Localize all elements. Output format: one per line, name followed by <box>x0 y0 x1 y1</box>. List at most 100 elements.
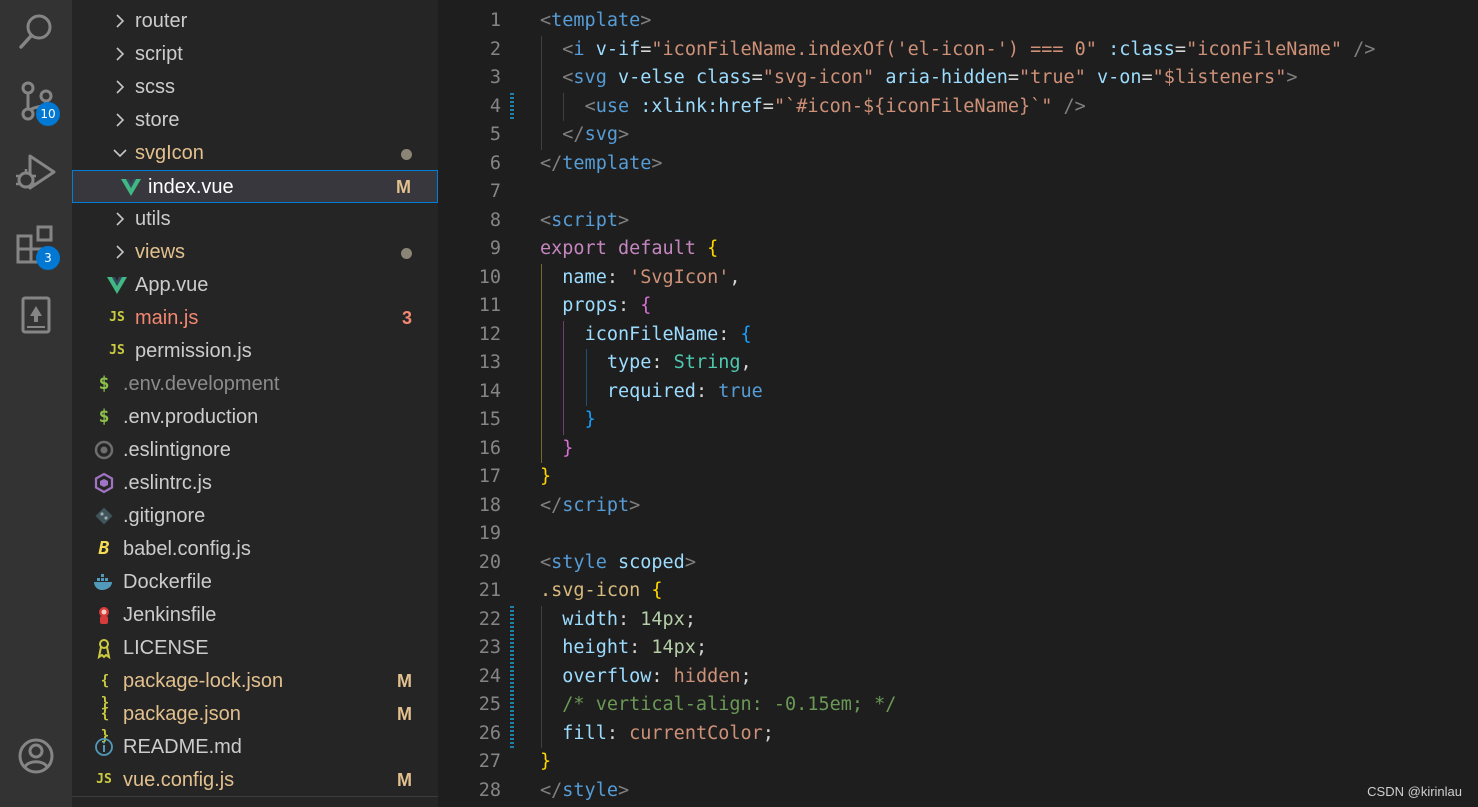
code-line[interactable]: 4 <use :xlink:href="`#icon-${iconFileNam… <box>438 93 1478 122</box>
code-line[interactable]: 10 name: 'SvgIcon', <box>438 264 1478 293</box>
explorer-file[interactable]: { } package.json M <box>72 698 438 744</box>
code-token: :xlink:href <box>640 95 763 117</box>
explorer-file[interactable]: README.md <box>72 731 438 764</box>
code-token: height <box>562 637 630 658</box>
code-token: < <box>540 10 552 31</box>
run-debug-icon[interactable] <box>12 150 60 198</box>
explorer-folder[interactable]: scss <box>72 71 438 104</box>
code-token: } <box>562 437 574 459</box>
code-line[interactable]: 25 /* vertical-align: -0.15em; */ <box>438 691 1478 720</box>
code-token: ) === 0" <box>1007 38 1097 60</box>
code-line[interactable]: 2 <i v-if="iconFileName.indexOf('el-icon… <box>438 36 1478 65</box>
code-token: > <box>617 124 630 145</box>
explorer-file[interactable]: .eslintignore <box>72 434 438 467</box>
line-number: 12 <box>478 323 501 345</box>
code-line[interactable]: 22 width: 14px; <box>438 606 1478 635</box>
code-line[interactable]: 16 } <box>438 435 1478 464</box>
explorer-file[interactable]: Jenkinsfile <box>72 599 438 632</box>
code-line[interactable]: 14 required: true <box>438 378 1478 407</box>
code-token: > <box>617 209 630 231</box>
explorer-file[interactable]: JS permission.js <box>72 335 438 368</box>
code-line[interactable]: 18 </script> <box>438 492 1478 521</box>
code-line[interactable]: 5 </svg> <box>438 121 1478 150</box>
explorer-folder[interactable]: views <box>72 236 438 269</box>
code-line[interactable]: 19 <box>438 520 1478 549</box>
explorer-folder[interactable]: utils <box>72 203 438 236</box>
code-token: </ <box>540 779 563 801</box>
explorer-folder[interactable]: svgIcon <box>72 137 438 170</box>
explorer-file[interactable]: .eslintrc.js <box>72 467 438 500</box>
json-icon: { } <box>100 673 110 711</box>
code-token: class <box>695 67 752 88</box>
code-line[interactable]: 7 <box>438 178 1478 207</box>
git-status-badge: M <box>397 704 412 724</box>
explorer-file[interactable]: Dockerfile <box>72 566 438 599</box>
code-token: </ <box>540 152 563 174</box>
code-line[interactable]: 20 <style scoped> <box>438 549 1478 578</box>
code-token: hidden <box>673 665 741 687</box>
code-line[interactable]: 13 type: String, <box>438 349 1478 378</box>
code-token: scoped <box>617 551 685 573</box>
code-line[interactable]: 1 <template> <box>438 7 1478 36</box>
explorer-file[interactable]: LICENSE <box>72 632 438 665</box>
line-number: 4 <box>489 95 501 117</box>
explorer-file[interactable]: Bbabel.config.js <box>72 533 438 566</box>
tree-item-label: utils <box>135 208 171 230</box>
code-token: width <box>562 608 618 630</box>
code-editor[interactable]: 1 <template> 2 <i v-if="iconFileName.index… <box>438 0 1478 807</box>
code-line[interactable]: 8 <script> <box>438 207 1478 236</box>
line-number: 25 <box>478 694 501 715</box>
code-line[interactable]: 11 props: { <box>438 292 1478 321</box>
explorer-file[interactable]: $ .env.production <box>72 401 438 434</box>
code-line[interactable]: 28 </style> <box>438 777 1478 806</box>
code-line[interactable]: 27} <box>438 748 1478 777</box>
explorer-folder[interactable]: script <box>72 38 438 71</box>
tree-item-label: README.md <box>123 736 242 758</box>
code-text: } <box>540 463 551 492</box>
code-line[interactable]: 26 fill: currentColor; <box>438 720 1478 749</box>
explorer-file[interactable]: .gitignore <box>72 500 438 533</box>
tree-item-label: Jenkinsfile <box>123 604 217 626</box>
git-status-badge: M <box>397 671 412 691</box>
code-line[interactable]: 15 } <box>438 406 1478 435</box>
code-line[interactable]: 17} <box>438 463 1478 492</box>
code-token: : <box>651 352 674 373</box>
chevron-right-icon <box>116 113 125 127</box>
code-token: < <box>540 209 552 231</box>
explorer-file[interactable]: $ .env.development <box>72 368 438 401</box>
code-line[interactable]: 9 export default { <box>438 235 1478 264</box>
code-line[interactable]: 3 <svg v-else class="svg-icon" aria-hidd… <box>438 64 1478 93</box>
explorer-file[interactable]: JS main.js 3 <box>72 302 438 335</box>
code-token: svg <box>584 124 618 145</box>
line-number: 3 <box>489 67 501 88</box>
line-number: 8 <box>489 209 501 231</box>
search-icon[interactable] <box>12 8 60 56</box>
explorer-folder[interactable]: router <box>72 5 438 38</box>
explorer-file[interactable]: { } package-lock.json M <box>72 665 438 711</box>
code-line[interactable]: 12 iconFileName: { <box>438 321 1478 350</box>
code-token: </ <box>540 494 563 516</box>
notebook-icon[interactable] <box>12 292 60 340</box>
code-token: = <box>1141 67 1153 88</box>
code-token: : <box>617 295 641 316</box>
code-line[interactable]: 23 height: 14px; <box>438 634 1478 663</box>
explorer-file[interactable]: App.vue <box>72 269 438 302</box>
explorer-file[interactable]: index.vue M <box>72 170 438 203</box>
code-token: style <box>562 779 618 801</box>
dollar-icon: $ <box>98 373 110 394</box>
code-line[interactable]: 21 .svg-icon { <box>438 577 1478 606</box>
code-token: ; <box>740 665 752 687</box>
code-token: v-else <box>617 67 685 88</box>
code-token: 14px <box>640 608 685 630</box>
explorer-folder[interactable]: store <box>72 104 438 137</box>
code-line[interactable]: 6 </template> <box>438 150 1478 179</box>
account-icon[interactable] <box>12 732 60 780</box>
code-text: width: 14px; <box>540 606 696 635</box>
explorer-file[interactable]: JS vue.config.js M <box>72 764 438 797</box>
code-line[interactable]: 24 overflow: hidden; <box>438 663 1478 692</box>
